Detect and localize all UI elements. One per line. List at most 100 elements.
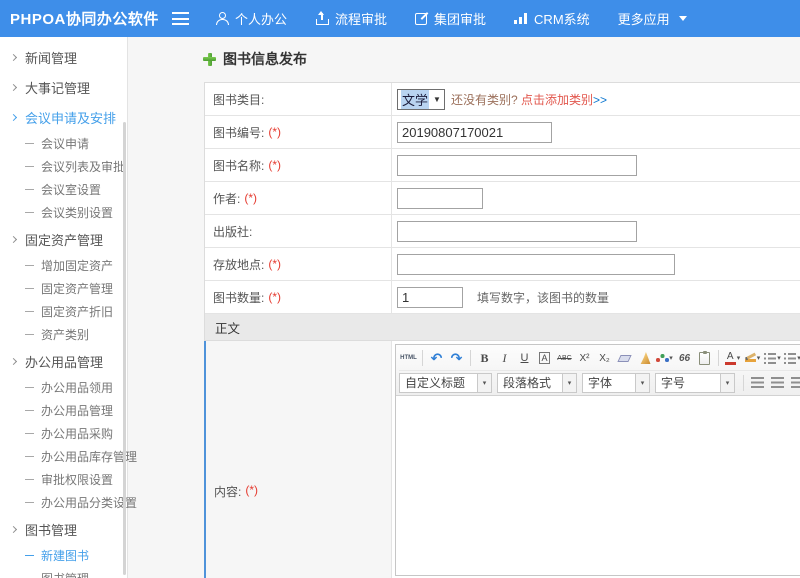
- sidebar-item-label: 图书管理: [41, 570, 89, 578]
- subscript-button[interactable]: X₂: [595, 349, 614, 368]
- sidebar-group-fixed-assets[interactable]: 固定资产管理: [0, 224, 127, 254]
- html-source-button[interactable]: HTML: [399, 349, 418, 368]
- sidebar-item-asset-manage[interactable]: 固定资产管理: [0, 277, 127, 300]
- strikethrough-button[interactable]: ABC: [555, 349, 574, 368]
- font-size-combo[interactable]: 字号▾: [655, 373, 735, 393]
- caret-down-icon: ▾: [669, 354, 673, 362]
- paragraph-format-combo[interactable]: 段落格式▾: [497, 373, 577, 393]
- book-name-input[interactable]: [397, 155, 637, 176]
- sidebar-group-meeting[interactable]: 会议申请及安排: [0, 102, 127, 132]
- book-no-input[interactable]: [397, 122, 552, 143]
- nav-group-approval[interactable]: 集团审批: [415, 9, 486, 28]
- editor-toolbar: HTML ↶ ↷ B I U A ABC X² X₂: [396, 345, 800, 396]
- blockquote-button[interactable]: 66: [675, 349, 694, 368]
- sidebar-group-news[interactable]: 新闻管理: [0, 42, 127, 72]
- eraser-button[interactable]: [615, 349, 634, 368]
- sidebar-item-supplies-inventory[interactable]: 办公用品库存管理: [0, 445, 127, 468]
- sidebar-item-label: 办公用品管理: [41, 402, 113, 419]
- dash-icon: [25, 502, 34, 504]
- author-input[interactable]: [397, 188, 483, 209]
- sidebar-item-asset-category[interactable]: 资产类别: [0, 323, 127, 346]
- dash-icon: [25, 288, 34, 290]
- align-left-button[interactable]: [748, 373, 767, 392]
- font-color-button[interactable]: A▾: [723, 349, 742, 368]
- required-marker: (*): [268, 125, 281, 139]
- sidebar-item-supplies-category[interactable]: 办公用品分类设置: [0, 491, 127, 514]
- label-text: 存放地点:: [213, 256, 264, 273]
- sidebar-item-asset-depreciation[interactable]: 固定资产折旧: [0, 300, 127, 323]
- dash-icon: [25, 387, 34, 389]
- sidebar-item-label: 固定资产折旧: [41, 303, 113, 320]
- redo-button[interactable]: ↷: [447, 349, 466, 368]
- format-painter-button[interactable]: [635, 349, 654, 368]
- category-select[interactable]: 文学 ▼: [397, 89, 445, 110]
- field-value: [391, 149, 800, 181]
- ordered-list-button[interactable]: ▾: [763, 349, 782, 368]
- toolbar-separator: [470, 350, 471, 366]
- sidebar-item-meeting-apply[interactable]: 会议申请: [0, 132, 127, 155]
- form-row-author: 作者:(*): [205, 182, 800, 215]
- sidebar-group-books[interactable]: 图书管理: [0, 514, 127, 544]
- toolbar-row-1: HTML ↶ ↷ B I U A ABC X² X₂: [399, 346, 800, 370]
- sidebar-item-meeting-room[interactable]: 会议室设置: [0, 178, 127, 201]
- eraser-icon: [617, 355, 631, 362]
- font-family-combo[interactable]: 字体▾: [582, 373, 650, 393]
- field-value: [391, 182, 800, 214]
- paste-plain-button[interactable]: [695, 349, 714, 368]
- dash-icon: [25, 456, 34, 458]
- sidebar-item-supplies-requisition[interactable]: 办公用品领用: [0, 376, 127, 399]
- align-center-button[interactable]: [768, 373, 787, 392]
- nav-crm-system[interactable]: CRM系统: [514, 9, 590, 28]
- editor-canvas[interactable]: [396, 396, 800, 575]
- editor-cell: HTML ↶ ↷ B I U A ABC X² X₂: [391, 341, 800, 578]
- sidebar-item-supplies-manage[interactable]: 办公用品管理: [0, 399, 127, 422]
- form-row-quantity: 图书数量:(*) 填写数字，该图书的数量: [205, 281, 800, 314]
- hamburger-menu-icon[interactable]: [172, 12, 189, 25]
- nav-personal-office[interactable]: 个人办公: [215, 9, 287, 28]
- align-right-button[interactable]: [788, 373, 800, 392]
- sidebar-item-new-book[interactable]: 新建图书: [0, 544, 127, 567]
- label-text: 作者:: [213, 190, 240, 207]
- italic-button[interactable]: I: [495, 349, 514, 368]
- bold-icon: B: [480, 351, 488, 366]
- sidebar-item-label: 资产类别: [41, 326, 89, 343]
- sidebar-item-supplies-purchase[interactable]: 办公用品采购: [0, 422, 127, 445]
- sidebar-item-book-manage[interactable]: 图书管理: [0, 567, 127, 578]
- caret-down-icon: ▾: [777, 354, 781, 362]
- auto-typeset-button[interactable]: ▾: [655, 349, 674, 368]
- sidebar-item-meeting-list[interactable]: 会议列表及审批: [0, 155, 127, 178]
- unordered-list-button[interactable]: ▾: [783, 349, 800, 368]
- field-label: 图书编号:(*): [205, 116, 391, 148]
- highlight-color-button[interactable]: ▾: [743, 349, 762, 368]
- field-value: 填写数字，该图书的数量: [391, 281, 800, 313]
- font-border-button[interactable]: A: [535, 349, 554, 368]
- nav-more-apps[interactable]: 更多应用: [618, 9, 687, 28]
- align-center-icon: [771, 377, 784, 388]
- bold-button[interactable]: B: [475, 349, 494, 368]
- caret-down-icon: ▾: [635, 374, 649, 392]
- sidebar-item-meeting-category[interactable]: 会议类别设置: [0, 201, 127, 224]
- superscript-button[interactable]: X²: [575, 349, 594, 368]
- location-input[interactable]: [397, 254, 675, 275]
- quote-icon: 66: [679, 353, 690, 364]
- quantity-input[interactable]: [397, 287, 463, 308]
- custom-title-combo[interactable]: 自定义标题▾: [399, 373, 492, 393]
- nav-process-approval[interactable]: 流程审批: [315, 9, 387, 28]
- plus-icon: [203, 53, 216, 66]
- toolbar-separator: [718, 350, 719, 366]
- sidebar-item-add-asset[interactable]: 增加固定资产: [0, 254, 127, 277]
- field-label: 图书类目:: [205, 83, 391, 115]
- add-category-link[interactable]: 点击添加类别: [521, 93, 593, 107]
- sidebar-group-events[interactable]: 大事记管理: [0, 72, 127, 102]
- sidebar-item-label: 会议列表及审批: [41, 158, 125, 175]
- required-marker: (*): [268, 290, 281, 304]
- sidebar-item-approval-permission[interactable]: 审批权限设置: [0, 468, 127, 491]
- undo-button[interactable]: ↶: [427, 349, 446, 368]
- dash-icon: [25, 265, 34, 267]
- publisher-input[interactable]: [397, 221, 637, 242]
- underline-button[interactable]: U: [515, 349, 534, 368]
- toolbar-separator: [743, 375, 744, 391]
- add-category-arrows[interactable]: >>: [593, 93, 607, 107]
- sidebar-scrollbar[interactable]: [123, 122, 126, 575]
- sidebar-group-office-supplies[interactable]: 办公用品管理: [0, 346, 127, 376]
